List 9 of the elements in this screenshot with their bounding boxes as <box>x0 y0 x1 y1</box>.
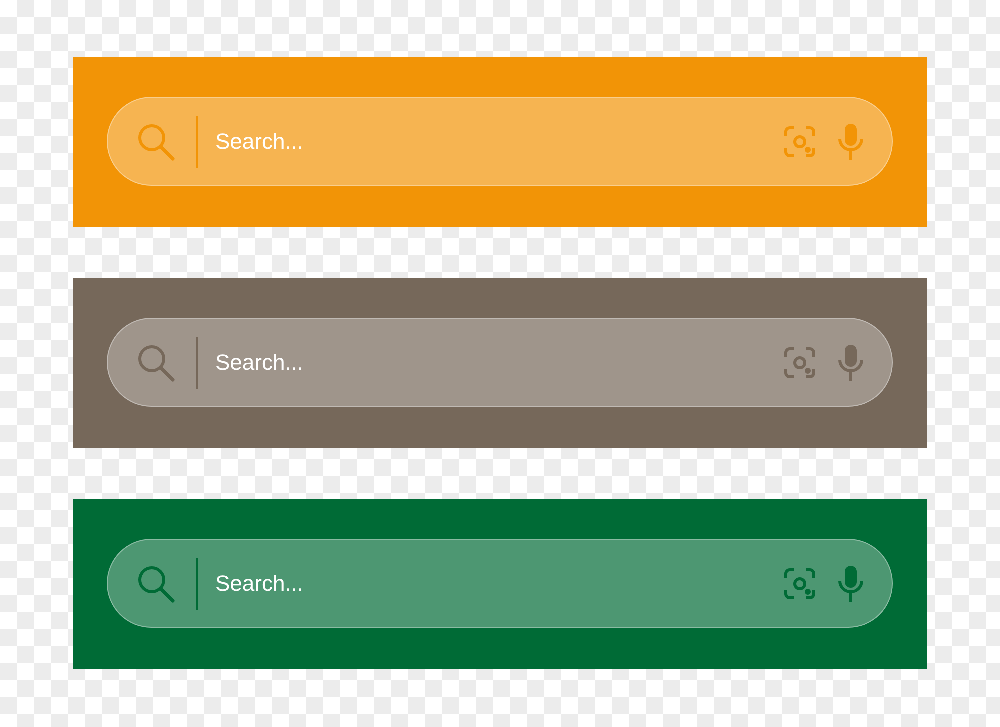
microphone-icon[interactable] <box>838 564 864 602</box>
scan-icon[interactable] <box>784 126 816 158</box>
search-field[interactable]: Search... <box>216 128 784 154</box>
microphone-icon[interactable] <box>838 344 864 382</box>
search-field[interactable]: Search... <box>216 350 784 376</box>
microphone-icon[interactable] <box>838 122 864 160</box>
scan-icon[interactable] <box>784 568 816 600</box>
search-field[interactable]: Search... <box>216 570 784 596</box>
scan-icon[interactable] <box>784 346 816 378</box>
